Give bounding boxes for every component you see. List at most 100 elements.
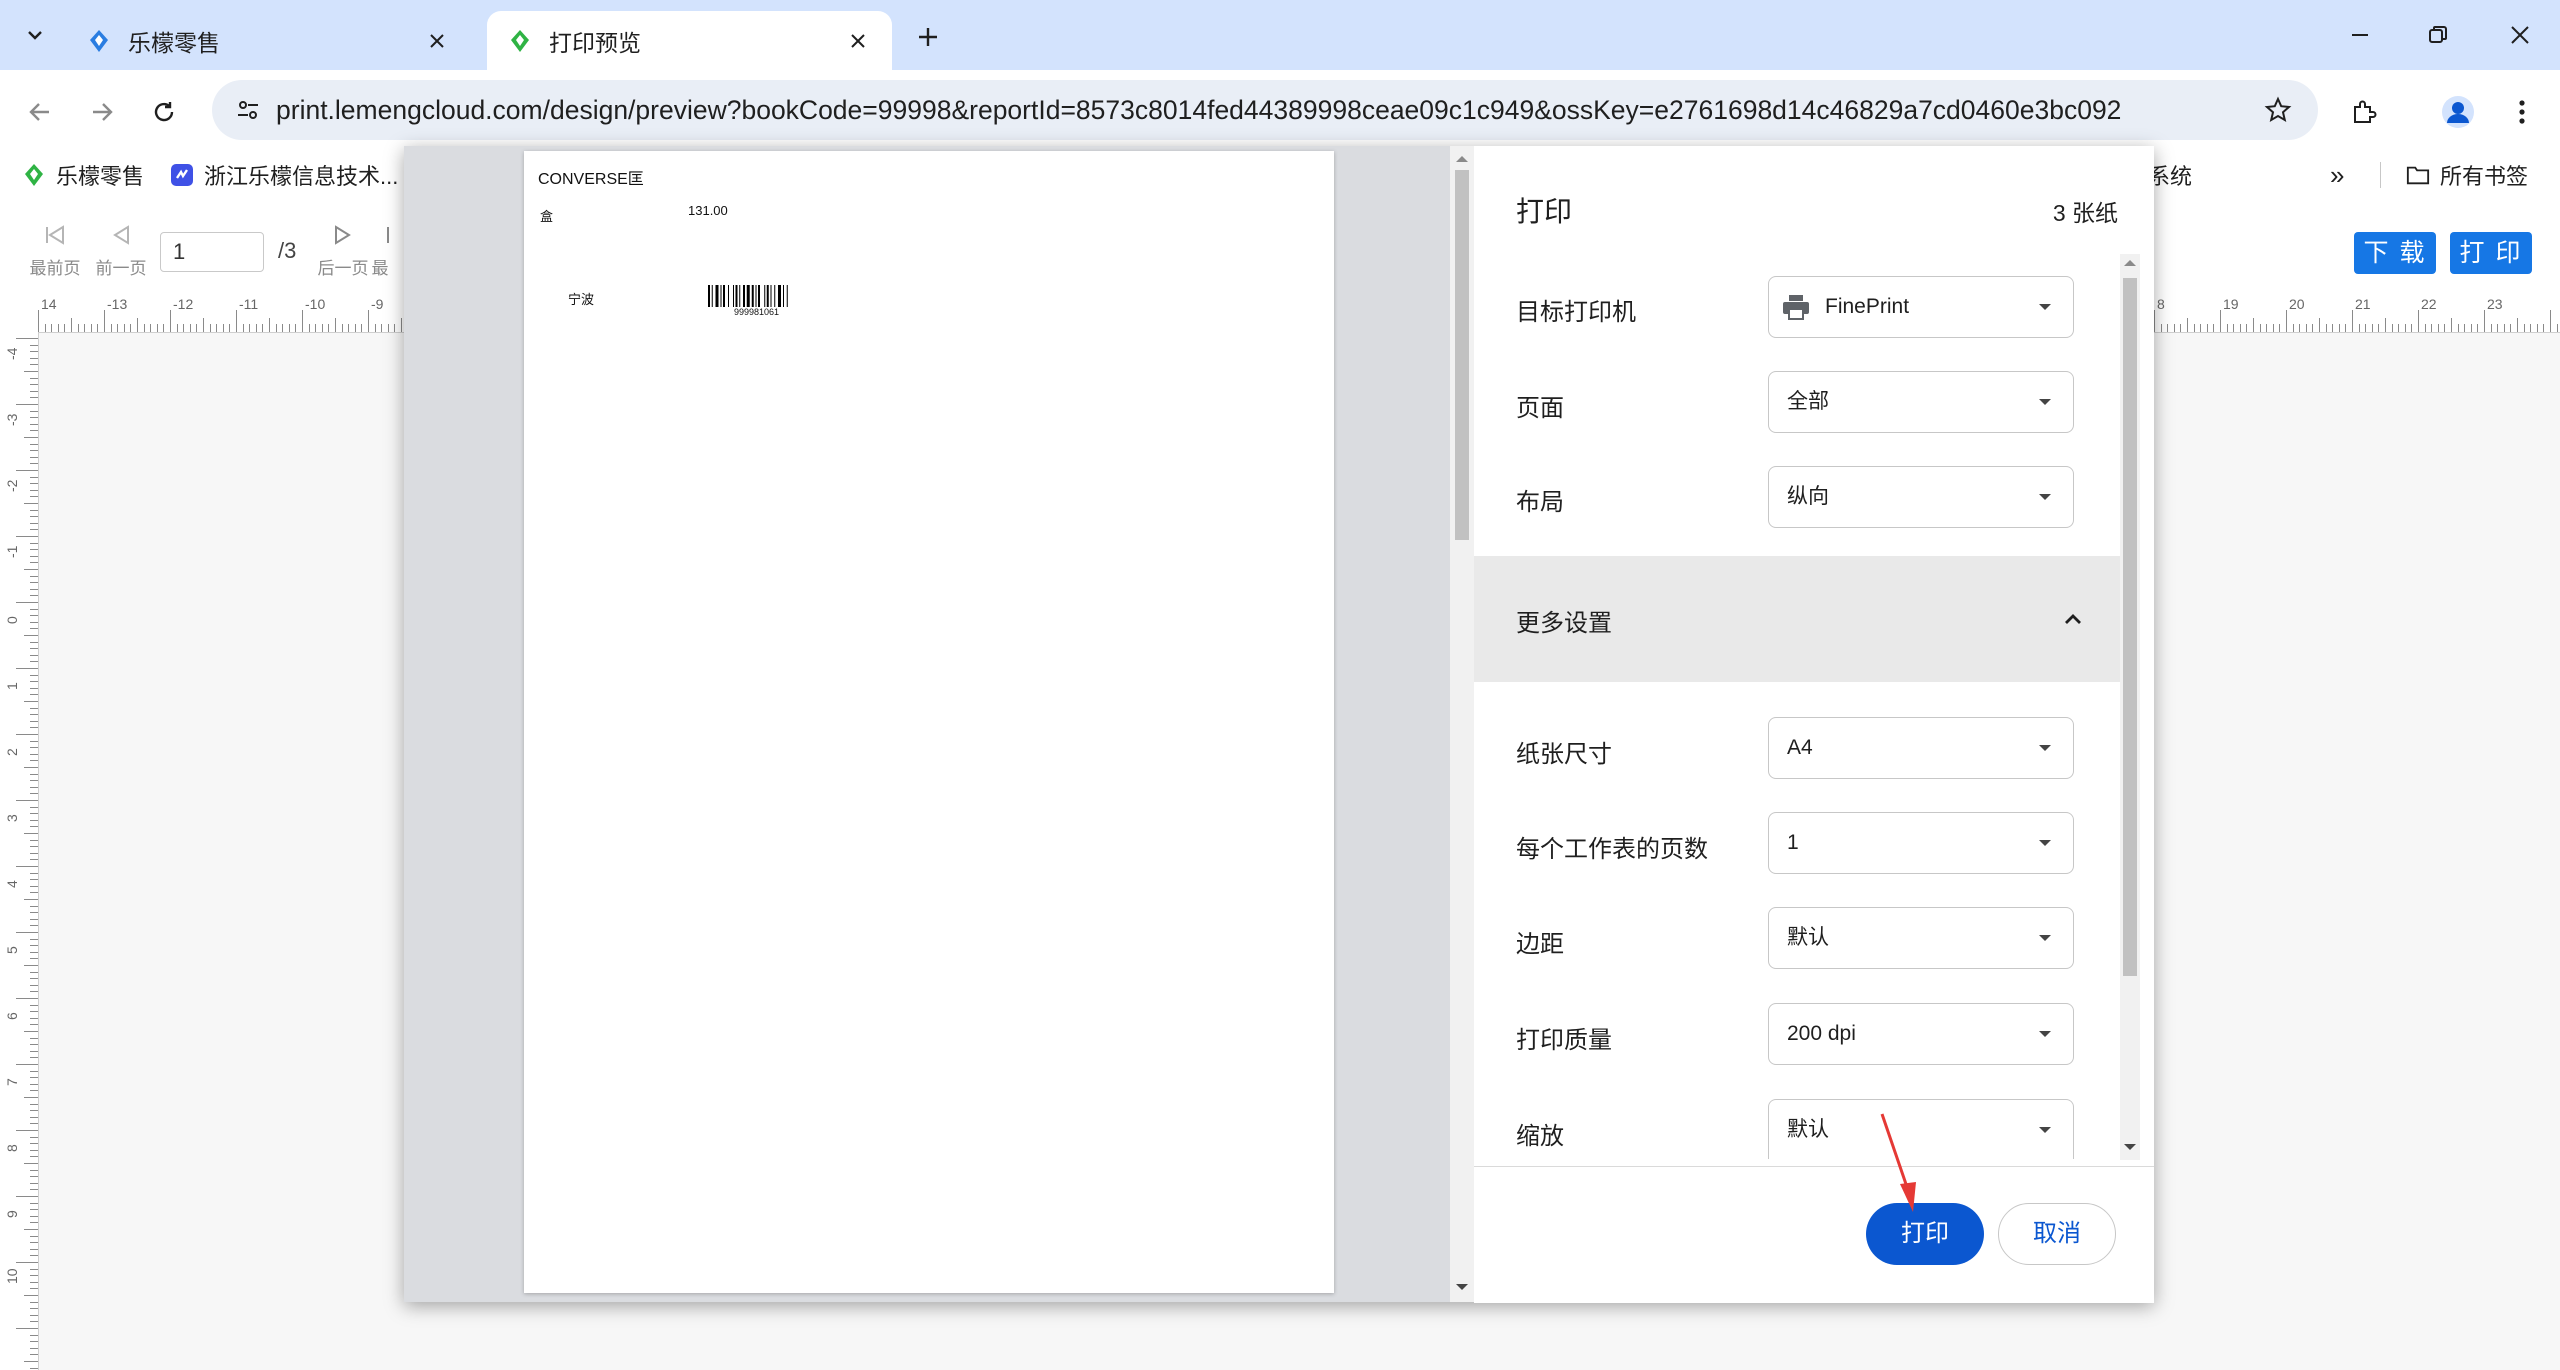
preview-scrollbar[interactable]: [1450, 146, 1474, 1302]
destination-select[interactable]: FinePrint: [1768, 276, 2074, 338]
reload-button[interactable]: [142, 90, 186, 134]
ruler-tick: [2272, 324, 2274, 332]
ruler-tick: [30, 1268, 38, 1270]
bookmark-star-button[interactable]: [2256, 88, 2300, 132]
scroll-down-arrow-icon[interactable]: [1456, 1284, 1468, 1290]
ruler-tick: [30, 661, 38, 663]
site-info-button[interactable]: [226, 88, 270, 132]
url-text[interactable]: print.lemengcloud.com/design/preview?boo…: [276, 80, 2121, 140]
ruler-tick: [30, 562, 38, 564]
dropdown-arrow-icon: [2039, 399, 2051, 405]
preview-brand: CONVERSE匡: [538, 171, 644, 188]
ruler-tick: [30, 1149, 38, 1151]
tab-print-preview[interactable]: 打印预览: [487, 11, 892, 70]
ruler-tick: [24, 1295, 38, 1296]
ruler-tick: [30, 1156, 38, 1158]
tab-search-button[interactable]: [10, 11, 60, 59]
ruler-tick: [24, 1361, 38, 1362]
tab-title: 打印预览: [549, 29, 641, 56]
bookmarks-overflow-button[interactable]: »: [2330, 160, 2344, 190]
bookmark-divider: [2380, 162, 2381, 188]
extensions-button[interactable]: [2342, 90, 2386, 134]
print-quality-select[interactable]: 200 dpi: [1768, 1003, 2074, 1065]
barcode-bar: [766, 285, 769, 307]
barcode-bar: [711, 285, 713, 307]
overflow-chevron-icon: »: [2330, 159, 2345, 190]
preview-page: CONVERSE匡 盒 131.00 宁波 999981061: [524, 151, 1334, 1293]
scroll-up-arrow-icon[interactable]: [2124, 260, 2136, 266]
ruler-label: 2: [4, 748, 20, 756]
bookmark-zhejiang-lemeng[interactable]: 浙江乐檬信息技术...: [170, 160, 398, 190]
margins-select[interactable]: 默认: [1768, 907, 2074, 969]
ruler-tick: [2200, 324, 2202, 332]
ruler-tick: [30, 621, 38, 623]
minimize-button[interactable]: [2330, 12, 2390, 58]
ruler-tick: [30, 1182, 38, 1184]
ruler-tick: [16, 1196, 38, 1197]
download-button[interactable]: 下 载: [2354, 232, 2436, 274]
ruler-tick: [30, 687, 38, 689]
close-window-button[interactable]: [2490, 12, 2550, 58]
ruler-tick: [288, 324, 290, 332]
back-button[interactable]: [18, 90, 62, 134]
layout-select[interactable]: 纵向: [1768, 466, 2074, 528]
all-bookmarks-button[interactable]: 所有书签: [2406, 160, 2528, 190]
restore-button[interactable]: [2408, 12, 2468, 58]
page-number-input[interactable]: 1: [160, 232, 264, 272]
ruler-tick: [2160, 324, 2162, 332]
ruler-tick: [24, 1031, 38, 1032]
ruler-tick: [2226, 324, 2228, 332]
ruler-tick: [137, 318, 138, 332]
address-bar[interactable]: print.lemengcloud.com/design/preview?boo…: [212, 80, 2318, 140]
paper-size-select[interactable]: A4: [1768, 717, 2074, 779]
dropdown-arrow-icon: [2039, 935, 2051, 941]
forward-button[interactable]: [80, 90, 124, 134]
ruler-tick: [2503, 324, 2505, 332]
ruler-tick: [30, 727, 38, 729]
viewer-print-button[interactable]: 打 印: [2450, 232, 2532, 274]
ruler-tick: [302, 310, 303, 332]
profile-button[interactable]: [2436, 90, 2480, 134]
tab-close-icon[interactable]: [844, 27, 872, 55]
ruler-tick: [30, 628, 38, 630]
ruler-tick: [30, 892, 38, 894]
bookmark-lemeng-retail[interactable]: 乐檬零售: [22, 160, 144, 190]
barcode-bar: [733, 285, 734, 307]
ruler-tick: [30, 1090, 38, 1092]
last-page-button[interactable]: 最: [360, 220, 400, 279]
tab-lemeng-retail[interactable]: 乐檬零售: [66, 11, 471, 70]
new-tab-button[interactable]: [908, 17, 948, 57]
bookmark-system[interactable]: 系统: [2148, 160, 2192, 190]
pages-per-sheet-select[interactable]: 1: [1768, 812, 2074, 874]
ruler-tick: [30, 1116, 38, 1118]
scroll-down-arrow-icon[interactable]: [2124, 1144, 2136, 1150]
pages-select[interactable]: 全部: [1768, 371, 2074, 433]
ruler-tick: [16, 1262, 38, 1263]
ruler-tick: [236, 310, 237, 332]
barcode-bar: [715, 285, 719, 307]
settings-scroll-thumb[interactable]: [2123, 278, 2137, 976]
settings-scrollbar[interactable]: [2120, 254, 2140, 1160]
ruler-tick: [143, 324, 145, 332]
ruler-tick: [30, 417, 38, 419]
tab-close-icon[interactable]: [423, 27, 451, 55]
prev-page-button[interactable]: 前一页: [86, 220, 156, 279]
ruler-tick: [2332, 324, 2334, 332]
bookmark-label: 浙江乐檬信息技术...: [204, 164, 399, 189]
ruler-tick: [30, 1024, 38, 1026]
preview-scroll-thumb[interactable]: [1455, 170, 1469, 540]
scale-select[interactable]: 默认: [1768, 1099, 2074, 1159]
dropdown-arrow-icon: [2039, 1031, 2051, 1037]
cancel-button[interactable]: 取消: [1998, 1203, 2116, 1265]
ruler-label: 19: [2223, 296, 2239, 312]
scroll-up-arrow-icon[interactable]: [1456, 156, 1468, 162]
menu-button[interactable]: [2500, 90, 2544, 134]
ruler-tick: [30, 1255, 38, 1257]
first-page-button[interactable]: 最前页: [20, 220, 90, 279]
ruler-tick: [30, 390, 38, 392]
ruler-tick: [30, 852, 38, 854]
ruler-tick: [2253, 318, 2254, 332]
ruler-tick: [176, 324, 178, 332]
more-settings-toggle[interactable]: 更多设置: [1474, 556, 2120, 682]
ruler-tick: [335, 318, 336, 332]
